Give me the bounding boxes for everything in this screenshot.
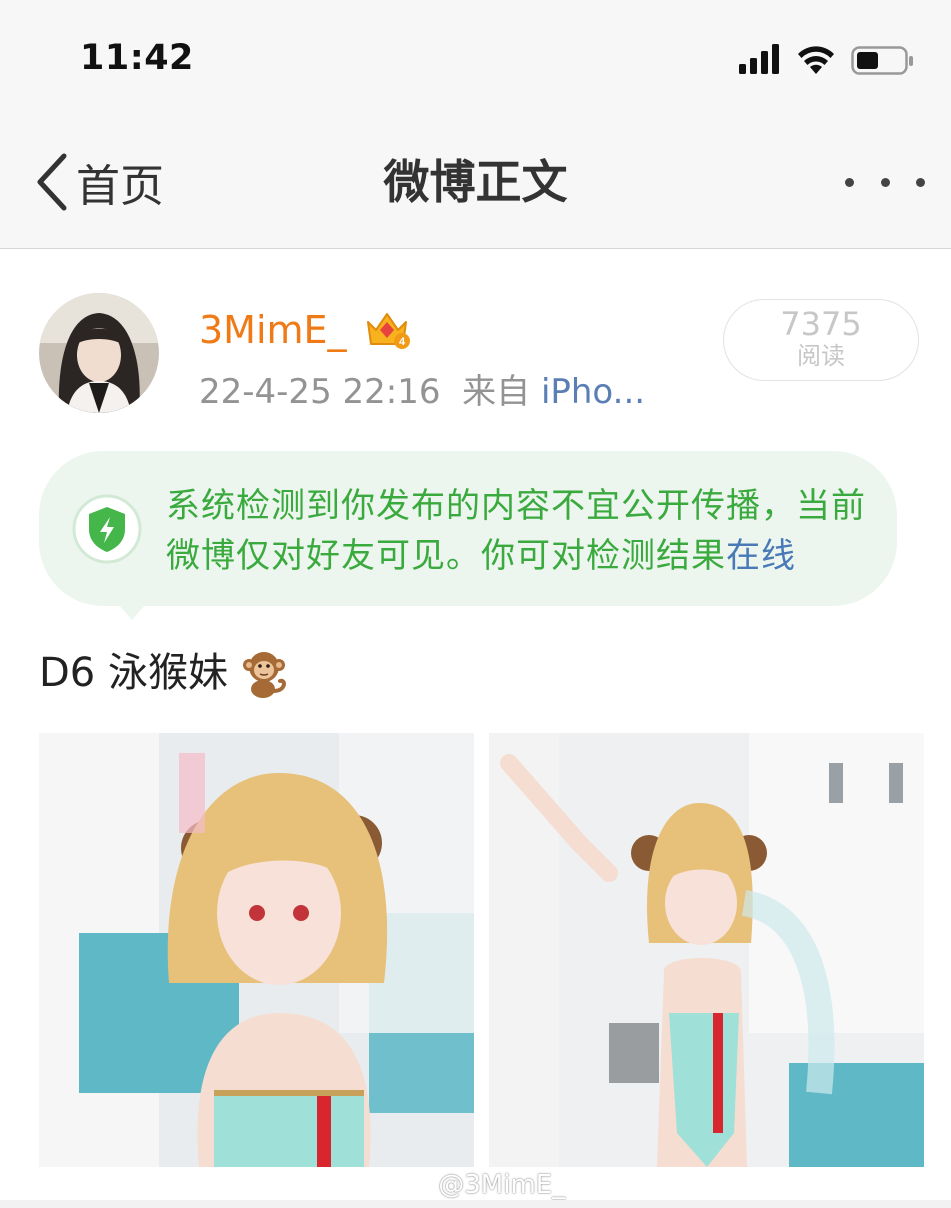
read-label: 阅读 <box>797 342 845 370</box>
post-image-2[interactable] <box>489 733 924 1167</box>
post-body: D6 泳猴妹 <box>39 650 228 696</box>
battery-icon <box>851 46 913 75</box>
svg-text:4: 4 <box>399 336 406 348</box>
post-text: D6 泳猴妹 <box>39 645 290 701</box>
author-name[interactable]: 3MimE_ <box>199 306 347 354</box>
page-title: 微博正文 <box>383 155 568 209</box>
signal-icon <box>739 44 779 74</box>
cosplay-photo-2 <box>489 733 924 1167</box>
post-image-1[interactable] <box>39 733 474 1167</box>
shield-icon <box>72 494 142 564</box>
cosplay-photo-1 <box>39 733 474 1167</box>
read-count: 7375 <box>780 305 862 343</box>
wifi-icon <box>798 46 834 74</box>
vip-crown-icon: 4 <box>367 313 410 349</box>
post-meta: 22-4-25 22:16 来自 iPho... <box>199 370 645 414</box>
more-dot-icon <box>916 177 925 187</box>
notice-tail <box>118 604 146 620</box>
image-watermark: @3MimE_ <box>396 1168 565 1202</box>
watermark-handle: @3MimE_ <box>438 1170 566 1200</box>
avatar-image <box>39 293 159 413</box>
post-timestamp: 22-4-25 22:16 <box>199 372 441 412</box>
more-button[interactable] <box>845 165 925 199</box>
post-source[interactable]: iPho... <box>541 372 645 412</box>
status-time: 11:42 <box>80 38 194 78</box>
source-prefix: 来自 <box>462 372 531 412</box>
more-dot-icon <box>845 177 854 187</box>
back-button[interactable]: 首页 <box>34 150 164 214</box>
bottom-divider <box>0 1200 951 1208</box>
read-count-badge: 7375 阅读 <box>723 299 919 381</box>
weibo-logo-icon <box>396 1173 430 1199</box>
notice-text: 系统检测到你发布的内容不宜公开传播，当前微博仅对好友可见。你可对检测结果在线 <box>166 486 866 576</box>
more-dot-icon <box>880 177 890 187</box>
avatar[interactable] <box>39 293 159 413</box>
back-label: 首页 <box>76 161 164 212</box>
monkey-emoji-icon <box>242 652 286 698</box>
status-icons <box>739 44 913 75</box>
top-bar: 11:42 首页 微博正文 <box>0 0 951 249</box>
notice-link[interactable]: 在线 <box>726 536 796 576</box>
chevron-left-icon <box>37 153 67 211</box>
